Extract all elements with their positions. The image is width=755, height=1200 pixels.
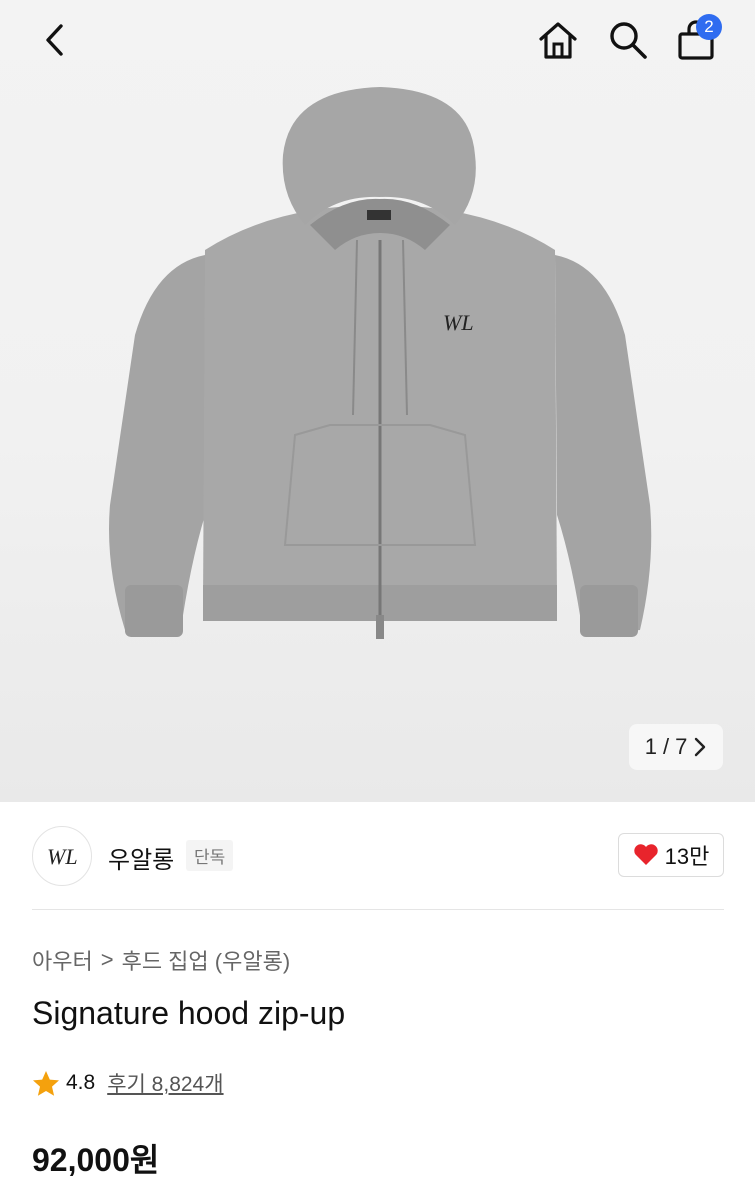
like-count: 13만 — [664, 844, 710, 869]
chevron-right-icon — [695, 737, 706, 757]
svg-text:WL: WL — [443, 310, 474, 335]
like-button[interactable]: 13만 — [618, 833, 724, 877]
image-total: 7 — [675, 734, 688, 759]
image-counter-button[interactable]: 1 / 7 — [629, 724, 723, 770]
top-bar: 2 — [0, 0, 755, 80]
breadcrumb-separator: > — [100, 947, 114, 972]
rating-value: 4.8 — [66, 1071, 96, 1094]
back-button[interactable] — [26, 12, 82, 68]
home-button[interactable] — [530, 12, 586, 68]
hoodie-image: WL — [109, 87, 652, 639]
home-icon — [539, 22, 577, 59]
breadcrumb-category[interactable]: 아우터 — [32, 944, 93, 976]
image-index: 1 — [644, 734, 657, 759]
chevron-left-icon — [46, 24, 63, 56]
heart-icon — [633, 844, 658, 865]
divider — [32, 909, 724, 910]
breadcrumb-subcategory[interactable]: 후드 집업 (우알롱) — [122, 944, 291, 976]
image-separator: / — [662, 734, 670, 759]
cart-button[interactable]: 2 — [668, 12, 724, 68]
exclusive-badge: 단독 — [186, 840, 234, 871]
search-icon — [610, 22, 647, 59]
rating-row: 4.8 후기 8,824개 — [32, 1068, 224, 1098]
brand-row: WL 우알롱 단독 13만 — [32, 826, 724, 886]
search-button[interactable] — [600, 12, 656, 68]
brand-logo[interactable]: WL — [32, 826, 92, 886]
brand-name[interactable]: 우알롱 — [108, 840, 174, 875]
review-count-link[interactable]: 후기 8,824개 — [107, 1068, 223, 1098]
breadcrumb: 아우터 > 후드 집업 (우알롱) — [32, 944, 290, 976]
product-price: 92,000원 — [32, 1142, 160, 1178]
product-title: Signature hood zip-up — [32, 995, 346, 1031]
product-image-gallery[interactable]: 2 WL 1 / 7 — [0, 0, 755, 802]
cart-count-badge: 2 — [696, 14, 722, 40]
brand-monogram-icon: WL — [47, 844, 78, 869]
star-icon — [33, 1070, 59, 1096]
svg-text:WL: WL — [47, 844, 78, 869]
